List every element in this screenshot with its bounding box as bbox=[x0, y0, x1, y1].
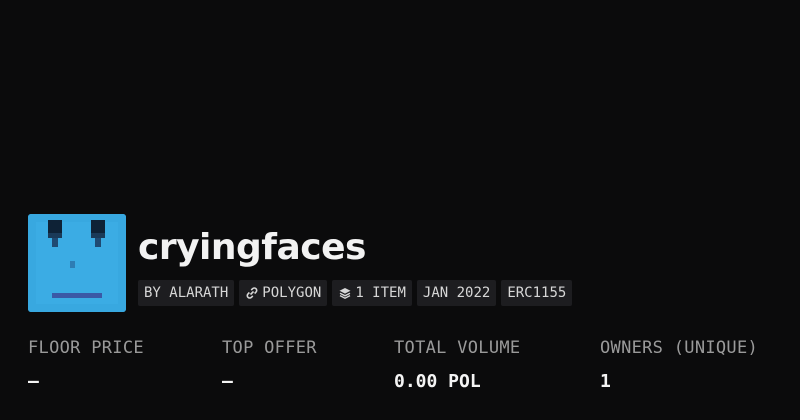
items-badge: 1 ITEM bbox=[332, 280, 412, 306]
floor-price-label: FLOOR PRICE bbox=[28, 338, 144, 358]
total-volume-value: 0.00 POL bbox=[394, 371, 481, 392]
crying-face-image bbox=[28, 214, 126, 312]
collection-badges: BY ALARATH POLYGON 1 ITEM JAN 2022 ERC11… bbox=[138, 280, 573, 306]
standard-badge: ERC1155 bbox=[501, 280, 573, 306]
total-volume-label: TOTAL VOLUME bbox=[394, 338, 521, 358]
collection-avatar[interactable] bbox=[28, 214, 126, 312]
owners-label: OWNERS (UNIQUE) bbox=[600, 338, 759, 358]
date-label: JAN 2022 bbox=[422, 285, 491, 301]
creator-badge[interactable]: BY ALARATH bbox=[138, 280, 235, 306]
collection-stats: FLOOR PRICE — TOP OFFER — TOTAL VOLUME 0… bbox=[28, 338, 788, 398]
floor-price-value: — bbox=[28, 371, 39, 392]
owners-value: 1 bbox=[600, 371, 611, 392]
top-offer-label: TOP OFFER bbox=[222, 338, 317, 358]
creator-label: BY ALARATH bbox=[144, 285, 229, 301]
stat-top-offer: TOP OFFER — bbox=[222, 338, 317, 392]
stat-total-volume: TOTAL VOLUME 0.00 POL bbox=[394, 338, 520, 392]
chain-label: POLYGON bbox=[262, 285, 322, 301]
top-offer-value: — bbox=[222, 371, 233, 392]
collection-title: cryingfaces bbox=[138, 227, 366, 268]
stat-owners: OWNERS (UNIQUE) 1 bbox=[600, 338, 758, 392]
link-icon bbox=[246, 287, 258, 299]
items-label: 1 ITEM bbox=[355, 285, 406, 301]
collection-header: cryingfaces BY ALARATH POLYGON 1 ITEM JA… bbox=[28, 214, 573, 312]
standard-label: ERC1155 bbox=[507, 285, 567, 301]
date-badge: JAN 2022 bbox=[416, 280, 497, 306]
chain-badge: POLYGON bbox=[239, 280, 328, 306]
stat-floor-price: FLOOR PRICE — bbox=[28, 338, 144, 392]
stack-icon bbox=[339, 288, 351, 299]
